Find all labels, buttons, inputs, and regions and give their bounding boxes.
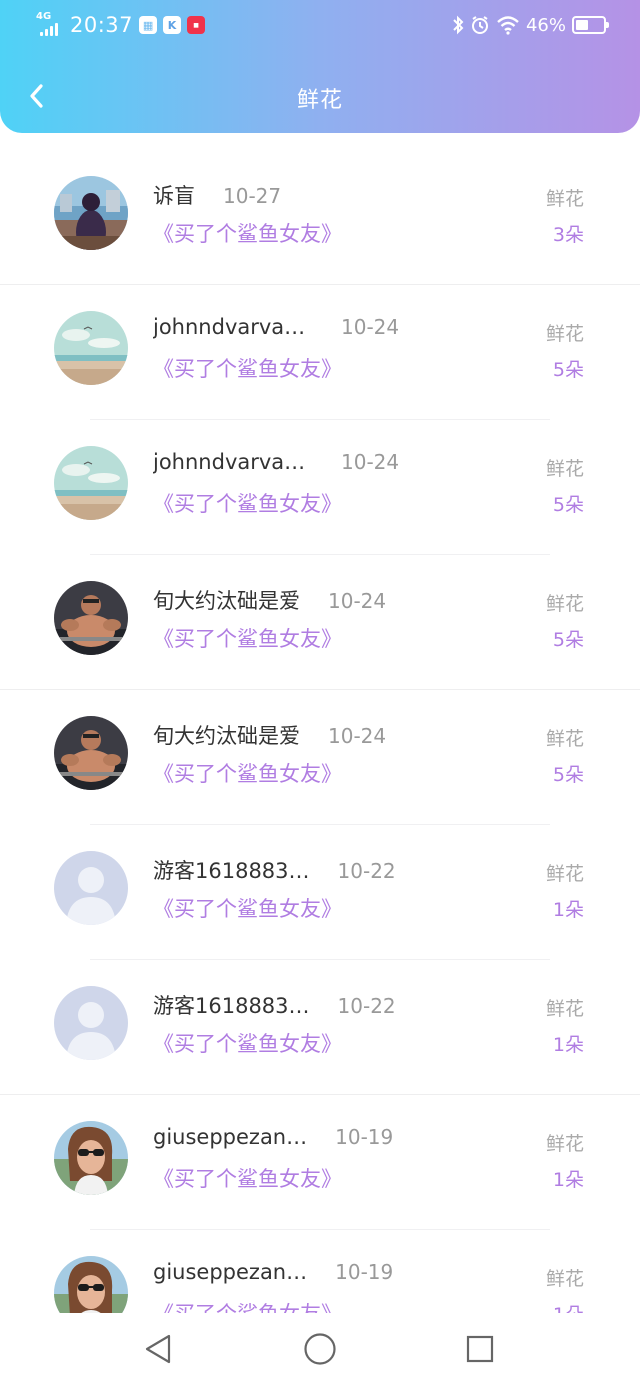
- gift-date: 10-24: [328, 589, 387, 613]
- gift-count: 5朵: [552, 629, 584, 651]
- book-title[interactable]: 《买了个鲨鱼女友》: [153, 623, 342, 653]
- gift-date: 10-22: [337, 859, 396, 883]
- status-time: 20:37: [70, 13, 134, 37]
- gift-count: 1朵: [552, 1034, 584, 1056]
- gift-count: 1朵: [553, 1300, 584, 1313]
- gift-type: 鲜花: [545, 863, 584, 885]
- red-app-icon: ■: [187, 16, 206, 34]
- avatar[interactable]: [54, 581, 128, 655]
- list-item[interactable]: 旬大约汰础是爱 10-24 《买了个鲨鱼女友》 鲜花 5朵: [0, 690, 640, 825]
- gift-count: 5朵: [552, 359, 584, 381]
- grid-app-icon: ▦: [139, 16, 158, 34]
- gift-count: 5朵: [552, 764, 584, 786]
- page-title: 鲜花: [296, 88, 343, 113]
- list-item[interactable]: johnndvarvatojs 10-24 《买了个鲨鱼女友》 鲜花 5朵: [0, 285, 640, 420]
- status-left: 4G 20:37 ▦ K ■: [36, 10, 206, 40]
- user-name[interactable]: 游客1618883…: [153, 990, 310, 1020]
- gift-type: 鲜花: [545, 323, 584, 345]
- gift-date: 10-19: [335, 1260, 394, 1284]
- user-name[interactable]: johnndvarvatojs: [153, 315, 313, 339]
- app-header: 4G 20:37 ▦ K ■ 46% 鲜花: [0, 0, 640, 133]
- navigation-bar: 鲜花: [0, 62, 640, 130]
- book-title[interactable]: 《买了个鲨鱼女友》: [153, 488, 342, 518]
- book-title[interactable]: 《买了个鲨鱼女友》: [153, 893, 342, 923]
- gift-count: 1朵: [552, 1169, 584, 1191]
- user-name[interactable]: 旬大约汰础是爱: [153, 585, 300, 615]
- gift-type: 鲜花: [545, 458, 584, 480]
- avatar[interactable]: [54, 1256, 128, 1313]
- user-name[interactable]: 旬大约汰础是爱: [153, 720, 300, 750]
- gift-count: 1朵: [552, 899, 584, 921]
- avatar[interactable]: [54, 1121, 128, 1195]
- back-triangle-icon[interactable]: [140, 1331, 176, 1367]
- book-title[interactable]: 《买了个鲨鱼女友》: [153, 758, 342, 788]
- book-title[interactable]: 《买了个鲨鱼女友》: [153, 1298, 342, 1313]
- battery-icon: [572, 16, 609, 34]
- avatar[interactable]: [54, 311, 128, 385]
- gift-type: 鲜花: [545, 728, 584, 750]
- list-item[interactable]: johnndvarvatojs 10-24 《买了个鲨鱼女友》 鲜花 5朵: [0, 420, 640, 555]
- list-item[interactable]: giuseppezan… 10-19 《买了个鲨鱼女友》 鲜花 1朵: [0, 1230, 640, 1313]
- gift-type: 鲜花: [545, 998, 584, 1020]
- gift-count: 3朵: [552, 224, 584, 246]
- name-line: johnndvarvatojs 10-24: [153, 450, 399, 482]
- name-line: 旬大约汰础是爱 10-24: [153, 585, 386, 617]
- gift-date: 10-24: [341, 315, 400, 339]
- user-name[interactable]: 诉盲: [153, 180, 195, 210]
- name-line: 游客1618883… 10-22: [153, 990, 396, 1022]
- gift-date: 10-22: [337, 994, 396, 1018]
- list-item[interactable]: giuseppezan… 10-19 《买了个鲨鱼女友》 鲜花 1朵: [0, 1095, 640, 1230]
- home-circle-icon[interactable]: [302, 1331, 338, 1367]
- bluetooth-icon: [453, 15, 464, 35]
- k-app-icon: K: [163, 16, 182, 34]
- gift-type: 鲜花: [545, 188, 584, 210]
- avatar[interactable]: [54, 176, 128, 250]
- avatar[interactable]: [54, 446, 128, 520]
- battery-percent: 46%: [525, 14, 566, 36]
- list-item[interactable]: 旬大约汰础是爱 10-24 《买了个鲨鱼女友》 鲜花 5朵: [0, 555, 640, 690]
- system-navigation-bar: [0, 1313, 640, 1387]
- battery-level-fill: [576, 20, 588, 30]
- user-name[interactable]: giuseppezan…: [153, 1125, 307, 1149]
- cellular-signal-icon: 4G: [36, 12, 64, 38]
- avatar[interactable]: [54, 986, 128, 1060]
- name-line: giuseppezan… 10-19: [153, 1125, 393, 1157]
- list-item[interactable]: 游客1618883… 10-22 《买了个鲨鱼女友》 鲜花 1朵: [0, 960, 640, 1095]
- avatar[interactable]: [54, 851, 128, 925]
- user-name[interactable]: 游客1618883…: [153, 855, 310, 885]
- gift-date: 10-24: [341, 450, 400, 474]
- gift-date: 10-24: [328, 724, 387, 748]
- gift-record-list[interactable]: 诉盲 10-27 《买了个鲨鱼女友》 鲜花 3朵 johnndvarvatojs 10-24…: [0, 150, 640, 1313]
- network-type-label: 4G: [36, 11, 52, 22]
- name-line: giuseppezan… 10-19: [153, 1260, 393, 1292]
- name-line: 游客1618883… 10-22: [153, 855, 396, 887]
- status-bar: 4G 20:37 ▦ K ■ 46%: [0, 0, 640, 50]
- gift-date: 10-19: [335, 1125, 394, 1149]
- status-right: 46%: [452, 10, 609, 40]
- gift-count: 5朵: [552, 494, 584, 516]
- user-name[interactable]: johnndvarvatojs: [153, 450, 313, 474]
- gift-type: 鲜花: [545, 1133, 584, 1155]
- name-line: johnndvarvatojs 10-24: [153, 315, 399, 347]
- recents-square-icon[interactable]: [462, 1331, 498, 1367]
- gift-date: 10-27: [223, 184, 282, 208]
- book-title[interactable]: 《买了个鲨鱼女友》: [153, 353, 342, 383]
- book-title[interactable]: 《买了个鲨鱼女友》: [153, 218, 342, 248]
- book-title[interactable]: 《买了个鲨鱼女友》: [153, 1163, 342, 1193]
- user-name[interactable]: giuseppezan…: [153, 1260, 307, 1284]
- wifi-icon: [497, 16, 519, 35]
- gift-type: 鲜花: [545, 593, 584, 615]
- name-line: 旬大约汰础是爱 10-24: [153, 720, 386, 752]
- alarm-icon: [471, 16, 488, 34]
- name-line: 诉盲 10-27: [153, 180, 281, 212]
- list-item[interactable]: 游客1618883… 10-22 《买了个鲨鱼女友》 鲜花 1朵: [0, 825, 640, 960]
- list-item[interactable]: 诉盲 10-27 《买了个鲨鱼女友》 鲜花 3朵: [0, 150, 640, 285]
- gift-type: 鲜花: [545, 1268, 584, 1290]
- avatar[interactable]: [54, 716, 128, 790]
- book-title[interactable]: 《买了个鲨鱼女友》: [153, 1028, 342, 1058]
